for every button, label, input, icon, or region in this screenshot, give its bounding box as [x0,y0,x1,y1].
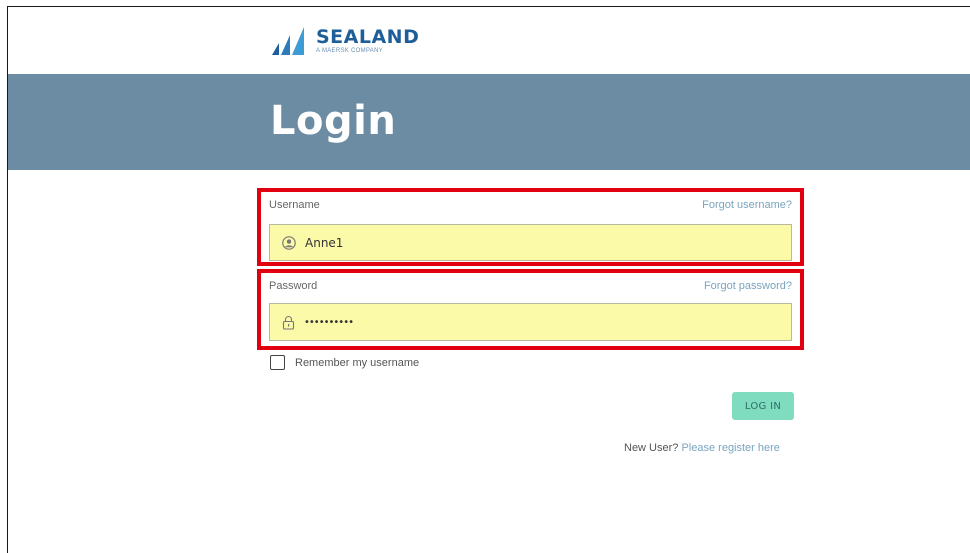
user-icon [282,235,296,250]
login-banner: Login [8,74,970,170]
logo-text: SEALAND A MAERSK COMPANY [316,26,420,55]
login-button[interactable]: LOG IN [732,392,794,420]
forgot-password-link[interactable]: Forgot password? [704,280,792,292]
username-label: Username [269,199,320,211]
page-title: Login [270,98,397,144]
brand-tagline: A MAERSK COMPANY [316,48,384,54]
register-link[interactable]: Please register here [681,442,779,454]
lock-icon [282,315,295,330]
username-input[interactable]: Anne1 [305,236,705,250]
register-prefix: New User? [624,442,679,454]
sails-logo-icon [272,27,304,55]
brand-name: SEALAND [316,26,420,48]
username-field[interactable]: Anne1 [269,224,792,261]
password-input[interactable]: •••••••••• [304,317,704,328]
password-label: Password [269,280,318,292]
brand-logo[interactable]: SEALAND A MAERSK COMPANY [270,24,419,58]
remember-checkbox[interactable] [270,355,285,370]
register-prompt: New User? Please register here [624,442,780,454]
forgot-username-link[interactable]: Forgot username? [702,199,792,211]
password-field[interactable]: •••••••••• [269,303,792,341]
password-group: Password Forgot password? •••••••••• [257,269,804,350]
password-label-row: Password Forgot password? [269,279,792,293]
remember-username[interactable]: Remember my username [270,355,419,370]
username-group: Username Forgot username? Anne1 [257,188,804,266]
username-label-row: Username Forgot username? [269,198,792,212]
remember-label: Remember my username [295,356,420,369]
